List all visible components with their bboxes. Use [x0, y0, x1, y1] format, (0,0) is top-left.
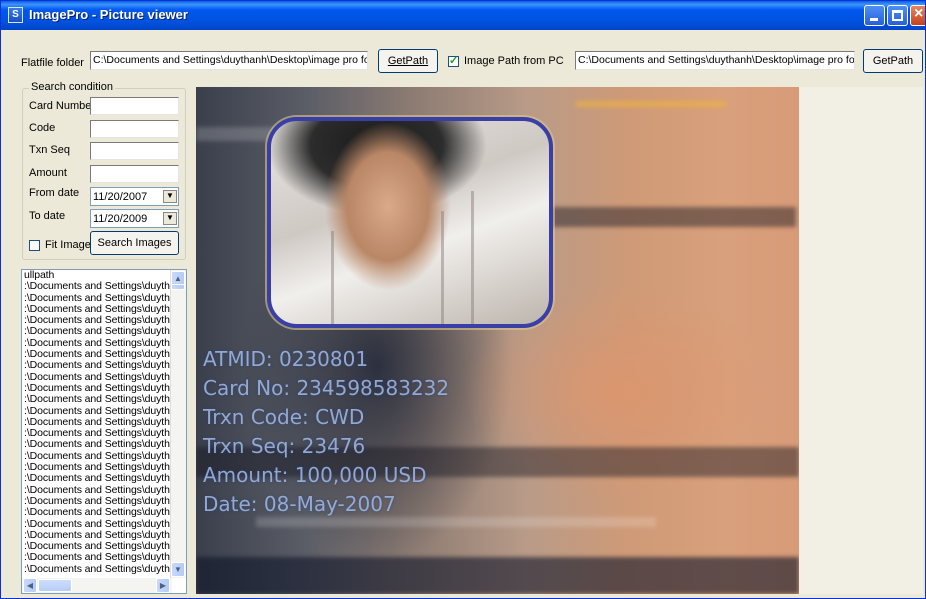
image-viewer[interactable]: ATMID: 0230801 Card No: 234598583232 Trx… — [196, 87, 799, 594]
to-date-value: 11/20/2009 — [93, 213, 148, 225]
code-label: Code — [29, 122, 56, 134]
list-item[interactable]: :\Documents and Settings\duyth — [24, 417, 172, 428]
list-item[interactable]: :\Documents and Settings\duyth — [24, 552, 172, 563]
vertical-scroll-thumb[interactable] — [171, 284, 185, 290]
motion-streak — [576, 101, 726, 107]
maximize-button[interactable] — [887, 5, 908, 26]
flatfile-path-input[interactable]: C:\Documents and Settings\duythanh\Deskt… — [90, 51, 368, 70]
list-item[interactable]: :\Documents and Settings\duyth — [24, 326, 172, 337]
list-item[interactable]: :\Documents and Settings\duyth — [24, 304, 172, 315]
image-path-input[interactable]: C:\Documents and Settings\duythanh\Deskt… — [575, 51, 855, 70]
list-item[interactable]: :\Documents and Settings\duyth — [24, 349, 172, 360]
from-date-dropdown-icon[interactable]: ▼ — [163, 190, 177, 203]
scroll-down-icon[interactable]: ▼ — [171, 562, 185, 577]
getpath-button-label: GetPath — [387, 55, 429, 67]
search-condition-group: Search condition Card Number Code Txn Se… — [22, 81, 186, 260]
from-date-label: From date — [29, 187, 80, 199]
from-date-value: 11/20/2007 — [93, 191, 148, 203]
list-item[interactable]: :\Documents and Settings\duyth — [24, 451, 172, 462]
amount-label: Amount — [29, 167, 67, 179]
txn-seq-label: Txn Seq — [29, 144, 70, 156]
list-item[interactable]: :\Documents and Settings\duyth — [24, 519, 172, 530]
to-date-label: To date — [29, 210, 66, 222]
amount-text: Amount: 100,000 USD — [203, 463, 427, 487]
list-item[interactable]: :\Documents and Settings\duyth — [24, 485, 172, 496]
trxn-code-text: Trxn Code: CWD — [203, 405, 365, 429]
to-date-picker[interactable]: 11/20/2009 ▼ — [90, 209, 179, 228]
scroll-left-icon[interactable]: ◀ — [23, 578, 37, 593]
list-item[interactable]: :\Documents and Settings\duyth — [24, 360, 172, 371]
shirt-detail — [471, 191, 474, 324]
list-item[interactable]: :\Documents and Settings\duyth — [24, 428, 172, 439]
to-date-dropdown-icon[interactable]: ▼ — [163, 212, 177, 225]
flatfile-folder-label: Flatfile folder — [21, 57, 84, 69]
search-images-button-label: Search Images — [97, 237, 172, 249]
image-path-checkbox[interactable] — [448, 54, 459, 67]
minimize-button[interactable] — [864, 5, 885, 26]
title-bar[interactable]: S ImagePro - Picture viewer × — [1, 1, 925, 30]
list-item[interactable]: :\Documents and Settings\duyth — [24, 473, 172, 484]
list-item[interactable]: :\Documents and Settings\duyth — [24, 315, 172, 326]
list-item[interactable]: :\Documents and Settings\duyth — [24, 439, 172, 450]
date-text: Date: 08-May-2007 — [203, 492, 396, 516]
from-date-picker[interactable]: 11/20/2007 ▼ — [90, 187, 179, 206]
getpath2-button[interactable]: GetPath — [863, 49, 923, 73]
list-item[interactable]: :\Documents and Settings\duyth — [24, 293, 172, 304]
file-list-items: ullpath :\Documents and Settings\duyth:\… — [24, 270, 172, 575]
fit-image-label: Fit Image — [45, 239, 91, 251]
file-path-list[interactable]: ullpath :\Documents and Settings\duyth:\… — [21, 269, 187, 594]
list-item[interactable]: :\Documents and Settings\duyth — [24, 394, 172, 405]
image-path-checkbox-label: Image Path from PC — [464, 55, 564, 67]
shirt-detail — [331, 231, 334, 324]
list-item[interactable]: :\Documents and Settings\duyth — [24, 281, 172, 292]
list-item[interactable]: :\Documents and Settings\duyth — [24, 564, 172, 575]
list-item[interactable]: :\Documents and Settings\duyth — [24, 372, 172, 383]
list-item[interactable]: :\Documents and Settings\duyth — [24, 530, 172, 541]
horizontal-scroll-thumb[interactable] — [38, 579, 72, 592]
scroll-right-icon[interactable]: ▶ — [156, 578, 170, 593]
list-item[interactable]: :\Documents and Settings\duyth — [24, 541, 172, 552]
motion-streak — [196, 557, 799, 594]
vertical-scrollbar[interactable]: ▲ ▼ — [170, 270, 186, 578]
window-title: ImagePro - Picture viewer — [29, 7, 188, 22]
card-no-text: Card No: 234598583232 — [203, 376, 450, 400]
atmid-text: ATMID: 0230801 — [203, 347, 369, 371]
card-number-label: Card Number — [29, 100, 96, 112]
transaction-overlay: ATMID: 0230801 Card No: 234598583232 Trx… — [203, 345, 449, 519]
getpath2-button-label: GetPath — [872, 55, 914, 67]
file-list-header[interactable]: ullpath — [24, 270, 172, 281]
code-input[interactable] — [90, 120, 179, 138]
app-icon: S — [8, 7, 23, 23]
search-images-button[interactable]: Search Images — [90, 231, 179, 255]
shirt-detail — [441, 211, 444, 324]
list-item[interactable]: :\Documents and Settings\duyth — [24, 507, 172, 518]
card-number-input[interactable] — [90, 97, 179, 115]
horizontal-scrollbar[interactable]: ◀ ▶ — [22, 578, 172, 593]
trxn-seq-text: Trxn Seq: 23476 — [203, 434, 366, 458]
fit-image-checkbox[interactable] — [29, 240, 40, 251]
list-item[interactable]: :\Documents and Settings\duyth — [24, 338, 172, 349]
list-item[interactable]: :\Documents and Settings\duyth — [24, 406, 172, 417]
search-condition-title: Search condition — [29, 81, 115, 93]
txn-seq-input[interactable] — [90, 142, 179, 160]
getpath-button[interactable]: GetPath — [378, 49, 438, 73]
customer-photo — [267, 117, 553, 328]
close-button[interactable]: × — [910, 5, 925, 26]
main-window: S ImagePro - Picture viewer × Flatfile f… — [0, 0, 926, 599]
list-item[interactable]: :\Documents and Settings\duyth — [24, 496, 172, 507]
list-item[interactable]: :\Documents and Settings\duyth — [24, 383, 172, 394]
amount-input[interactable] — [90, 165, 179, 183]
close-icon: × — [914, 5, 924, 22]
list-item[interactable]: :\Documents and Settings\duyth — [24, 462, 172, 473]
right-panel — [799, 87, 923, 594]
